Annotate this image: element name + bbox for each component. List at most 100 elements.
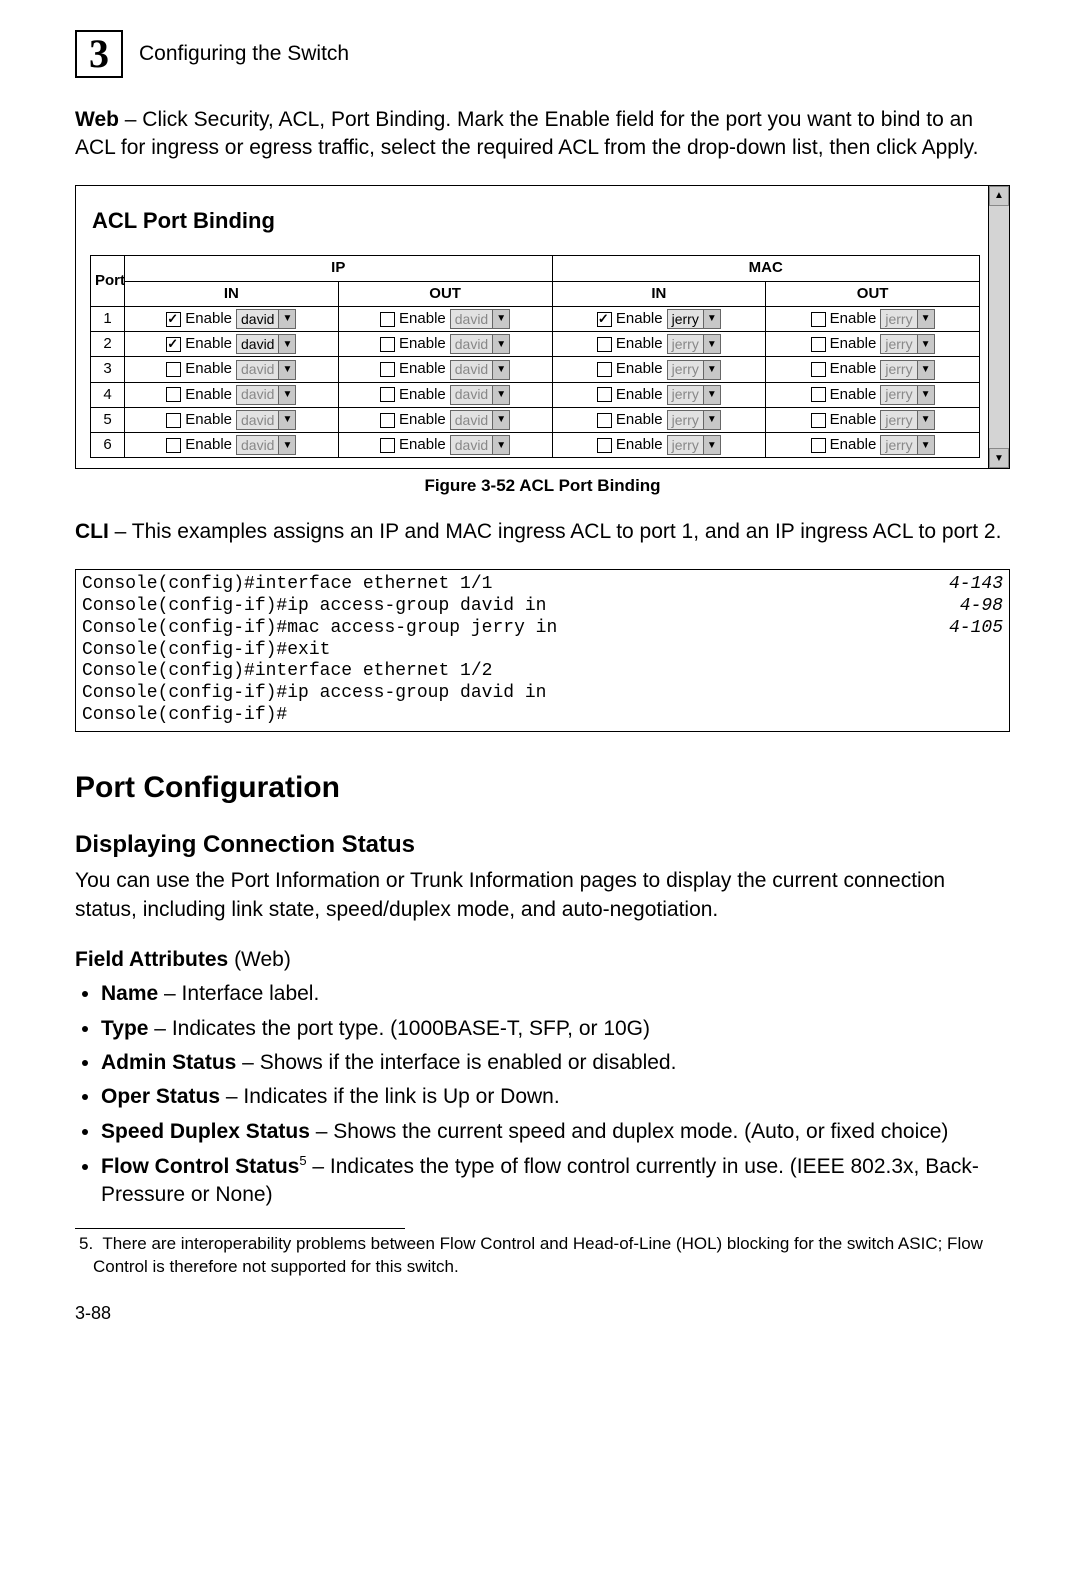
- ip-in-5-select[interactable]: david▼: [236, 410, 296, 430]
- scroll-down-icon[interactable]: ▼: [989, 448, 1009, 468]
- mac-in-2-checkbox[interactable]: [597, 337, 612, 352]
- ip-in-1-checkbox[interactable]: [166, 312, 181, 327]
- ip-out-3-checkbox[interactable]: [380, 362, 395, 377]
- mac-in-2-select[interactable]: jerry▼: [667, 334, 721, 354]
- port-number: 5: [91, 407, 125, 432]
- ip-out-1-checkbox[interactable]: [380, 312, 395, 327]
- mac-out-3-checkbox[interactable]: [811, 362, 826, 377]
- ip-in-2-checkbox[interactable]: [166, 337, 181, 352]
- mac-out-4-checkbox[interactable]: [811, 387, 826, 402]
- chevron-down-icon[interactable]: ▼: [492, 411, 509, 429]
- scrollbar[interactable]: ▲ ▼: [988, 186, 1009, 469]
- chevron-down-icon[interactable]: ▼: [703, 436, 720, 454]
- mac-out-5-select[interactable]: jerry▼: [880, 410, 934, 430]
- chapter-number-icon: 3: [75, 30, 123, 78]
- ip-out-2-checkbox[interactable]: [380, 337, 395, 352]
- mac-out-2-select[interactable]: jerry▼: [880, 334, 934, 354]
- chevron-down-icon[interactable]: ▼: [703, 361, 720, 379]
- chevron-down-icon[interactable]: ▼: [278, 411, 295, 429]
- ip-out-5-select-value: david: [451, 411, 492, 430]
- ip-out-6-enable-label: Enable: [399, 435, 446, 455]
- chevron-down-icon[interactable]: ▼: [278, 335, 295, 353]
- mac-in-1-select[interactable]: jerry▼: [667, 309, 721, 329]
- mac-out-1-checkbox[interactable]: [811, 312, 826, 327]
- chevron-down-icon[interactable]: ▼: [278, 436, 295, 454]
- ip-in-3-select[interactable]: david▼: [236, 360, 296, 380]
- chevron-down-icon[interactable]: ▼: [278, 361, 295, 379]
- chevron-down-icon[interactable]: ▼: [492, 386, 509, 404]
- mac-out-2-enable-label: Enable: [830, 334, 877, 354]
- chevron-down-icon[interactable]: ▼: [492, 361, 509, 379]
- mac-in-4-checkbox[interactable]: [597, 387, 612, 402]
- chevron-down-icon[interactable]: ▼: [278, 310, 295, 328]
- chevron-down-icon[interactable]: ▼: [703, 335, 720, 353]
- chevron-down-icon[interactable]: ▼: [917, 386, 934, 404]
- ip-in-2-select[interactable]: david▼: [236, 334, 296, 354]
- footnote-marker: 5: [299, 1153, 306, 1168]
- ip-out-3-select[interactable]: david▼: [450, 360, 510, 380]
- chevron-down-icon[interactable]: ▼: [917, 361, 934, 379]
- ip-out-5-checkbox[interactable]: [380, 413, 395, 428]
- ip-out-4-select[interactable]: david▼: [450, 385, 510, 405]
- ip-in-5-checkbox[interactable]: [166, 413, 181, 428]
- chevron-down-icon[interactable]: ▼: [278, 386, 295, 404]
- scroll-up-icon[interactable]: ▲: [989, 186, 1009, 206]
- chevron-down-icon[interactable]: ▼: [703, 386, 720, 404]
- mac-out-3-select[interactable]: jerry▼: [880, 360, 934, 380]
- cli-cmd: Console(config-if)#exit: [82, 640, 330, 662]
- ip-out-4-checkbox[interactable]: [380, 387, 395, 402]
- chevron-down-icon[interactable]: ▼: [917, 335, 934, 353]
- mac-in-6-enable-label: Enable: [616, 435, 663, 455]
- ip-out-1-enable-label: Enable: [399, 309, 446, 329]
- chevron-down-icon[interactable]: ▼: [917, 310, 934, 328]
- mac-out-4-select[interactable]: jerry▼: [880, 385, 934, 405]
- mac-in-1-checkbox[interactable]: [597, 312, 612, 327]
- chevron-down-icon[interactable]: ▼: [492, 436, 509, 454]
- chevron-down-icon[interactable]: ▼: [492, 310, 509, 328]
- list-item: Name – Interface label.: [101, 980, 1010, 1008]
- mac-out-4-enable-label: Enable: [830, 385, 877, 405]
- mac-out-1-select[interactable]: jerry▼: [880, 309, 934, 329]
- mac-in-3-select[interactable]: jerry▼: [667, 360, 721, 380]
- ip-in-6-select[interactable]: david▼: [236, 435, 296, 455]
- mac-in-6-select[interactable]: jerry▼: [667, 435, 721, 455]
- ip-in-6-checkbox[interactable]: [166, 438, 181, 453]
- ip-in-3-checkbox[interactable]: [166, 362, 181, 377]
- chevron-down-icon[interactable]: ▼: [917, 436, 934, 454]
- ip-out-4-select-value: david: [451, 385, 492, 404]
- mac-out-1-select-value: jerry: [881, 310, 916, 329]
- mac-in-4-select[interactable]: jerry▼: [667, 385, 721, 405]
- ip-out-2-select[interactable]: david▼: [450, 334, 510, 354]
- ip-in-4-select-value: david: [237, 385, 278, 404]
- mac-in-6-checkbox[interactable]: [597, 438, 612, 453]
- ip-in-1-select[interactable]: david▼: [236, 309, 296, 329]
- list-item: Type – Indicates the port type. (1000BAS…: [101, 1015, 1010, 1043]
- ip-in-4-checkbox[interactable]: [166, 387, 181, 402]
- chevron-down-icon[interactable]: ▼: [492, 335, 509, 353]
- mac-in-6-select-value: jerry: [668, 436, 703, 455]
- chapter-title: Configuring the Switch: [139, 40, 349, 68]
- ip-out-1-select[interactable]: david▼: [450, 309, 510, 329]
- mac-in-5-select[interactable]: jerry▼: [667, 410, 721, 430]
- chevron-down-icon[interactable]: ▼: [917, 411, 934, 429]
- col-mac-in: IN: [552, 281, 766, 306]
- mac-out-6-checkbox[interactable]: [811, 438, 826, 453]
- ip-out-6-checkbox[interactable]: [380, 438, 395, 453]
- footnote: 5. There are interoperability problems b…: [93, 1233, 1010, 1279]
- chevron-down-icon[interactable]: ▼: [703, 411, 720, 429]
- mac-out-2-checkbox[interactable]: [811, 337, 826, 352]
- scroll-track[interactable]: [989, 206, 1009, 449]
- h3-label: Field Attributes: [75, 948, 228, 971]
- ip-out-5-enable-label: Enable: [399, 410, 446, 430]
- mac-in-3-checkbox[interactable]: [597, 362, 612, 377]
- page-number: 3-88: [75, 1301, 1010, 1325]
- table-row: 4Enabledavid▼Enabledavid▼Enablejerry▼Ena…: [91, 382, 980, 407]
- mac-out-5-checkbox[interactable]: [811, 413, 826, 428]
- ip-in-1-select-value: david: [237, 310, 278, 329]
- ip-in-4-select[interactable]: david▼: [236, 385, 296, 405]
- ip-out-5-select[interactable]: david▼: [450, 410, 510, 430]
- ip-out-6-select[interactable]: david▼: [450, 435, 510, 455]
- mac-in-5-checkbox[interactable]: [597, 413, 612, 428]
- mac-out-6-select[interactable]: jerry▼: [880, 435, 934, 455]
- chevron-down-icon[interactable]: ▼: [703, 310, 720, 328]
